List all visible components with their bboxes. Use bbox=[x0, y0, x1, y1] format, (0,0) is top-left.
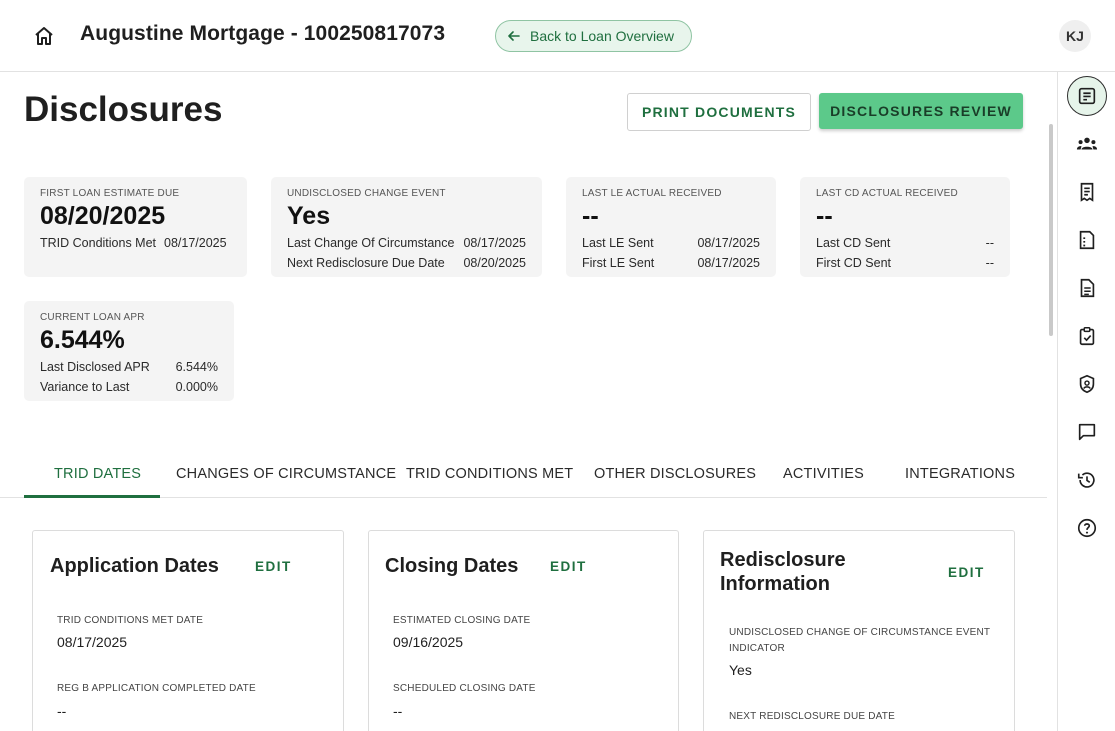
card-label: LAST LE ACTUAL RECEIVED bbox=[582, 188, 722, 199]
closing-dates-panel: Closing Dates EDIT ESTIMATED CLOSING DAT… bbox=[368, 530, 679, 731]
panel-title: Application Dates bbox=[50, 555, 219, 577]
card-row: First LE Sent 08/17/2025 bbox=[582, 256, 760, 270]
edit-redisclosure-button[interactable]: EDIT bbox=[948, 565, 985, 580]
arrow-left-icon bbox=[508, 31, 520, 41]
card-row: Last Change Of Circumstance 08/17/2025 bbox=[287, 236, 526, 250]
tab-other-disclosures[interactable]: OTHER DISCLOSURES bbox=[594, 466, 756, 482]
checklist-doc-icon[interactable] bbox=[1074, 227, 1100, 253]
field-label: ESTIMATED CLOSING DATE bbox=[393, 615, 531, 626]
card-value: -- bbox=[582, 202, 599, 230]
field-label: UNDISCLOSED CHANGE OF CIRCUMSTANCE EVENT… bbox=[729, 627, 991, 654]
history-icon[interactable] bbox=[1074, 467, 1100, 493]
disclosure-tabs: TRID DATES CHANGES OF CIRCUMSTANCE TRID … bbox=[0, 453, 1047, 498]
card-label: CURRENT LOAN APR bbox=[40, 312, 145, 323]
page-title: Disclosures bbox=[24, 90, 223, 129]
last-le-actual-received-card: LAST LE ACTUAL RECEIVED -- Last LE Sent … bbox=[566, 177, 776, 277]
card-row: Last CD Sent -- bbox=[816, 236, 994, 250]
field-label: SCHEDULED CLOSING DATE bbox=[393, 683, 536, 694]
field-value: 09/16/2025 bbox=[393, 634, 464, 650]
tab-trid-conditions-met[interactable]: TRID CONDITIONS MET bbox=[406, 466, 573, 482]
loan-title: Augustine Mortgage - 100250817073 bbox=[80, 22, 446, 45]
card-value: 08/20/2025 bbox=[40, 202, 166, 230]
card-row: Last Disclosed APR 6.544% bbox=[40, 360, 218, 374]
shield-person-icon[interactable] bbox=[1074, 371, 1100, 397]
card-value: Yes bbox=[287, 202, 331, 230]
user-avatar[interactable]: KJ bbox=[1059, 20, 1091, 52]
app-header: Augustine Mortgage - 100250817073 Back t… bbox=[0, 0, 1115, 72]
application-dates-panel: Application Dates EDIT TRID CONDITIONS M… bbox=[32, 530, 344, 731]
card-label: LAST CD ACTUAL RECEIVED bbox=[816, 188, 958, 199]
field-label: NEXT REDISCLOSURE DUE DATE bbox=[729, 711, 895, 722]
edit-application-dates-button[interactable]: EDIT bbox=[255, 559, 292, 574]
vertical-scrollbar[interactable] bbox=[1049, 124, 1053, 336]
undisclosed-change-event-card: UNDISCLOSED CHANGE EVENT Yes Last Change… bbox=[271, 177, 542, 277]
field-value: Yes bbox=[729, 662, 752, 678]
disclosures-review-button[interactable]: DISCLOSURES REVIEW bbox=[819, 93, 1023, 129]
redisclosure-information-panel: Redisclosure Information EDIT UNDISCLOSE… bbox=[703, 530, 1015, 731]
field-value: 08/17/2025 bbox=[57, 634, 128, 650]
active-tab-indicator bbox=[24, 495, 160, 498]
chat-icon[interactable] bbox=[1074, 419, 1100, 445]
tab-activities[interactable]: ACTIVITIES bbox=[783, 466, 864, 482]
card-label: FIRST LOAN ESTIMATE DUE bbox=[40, 188, 180, 199]
card-row: Next Redisclosure Due Date 08/20/2025 bbox=[287, 256, 526, 270]
tab-changes-of-circumstance[interactable]: CHANGES OF CIRCUMSTANCE bbox=[176, 466, 396, 482]
receipt-icon[interactable] bbox=[1074, 179, 1100, 205]
card-row: TRID Conditions Met 08/17/2025 bbox=[40, 236, 227, 250]
last-cd-actual-received-card: LAST CD ACTUAL RECEIVED -- Last CD Sent … bbox=[800, 177, 1010, 277]
field-label: TRID CONDITIONS MET DATE bbox=[57, 615, 204, 626]
people-icon[interactable] bbox=[1074, 131, 1100, 157]
panel-title: Closing Dates bbox=[385, 555, 519, 577]
field-value: -- bbox=[57, 703, 67, 719]
back-to-loan-overview-button[interactable]: Back to Loan Overview bbox=[495, 20, 692, 52]
disclosures-icon[interactable] bbox=[1067, 76, 1107, 116]
edit-closing-dates-button[interactable]: EDIT bbox=[550, 559, 587, 574]
help-icon[interactable] bbox=[1074, 515, 1100, 541]
tab-trid-dates[interactable]: TRID DATES bbox=[54, 466, 141, 482]
card-label: UNDISCLOSED CHANGE EVENT bbox=[287, 188, 446, 199]
tab-integrations[interactable]: INTEGRATIONS bbox=[905, 466, 1015, 482]
card-row: Variance to Last 0.000% bbox=[40, 380, 218, 394]
panel-title: Redisclosure Information bbox=[720, 549, 846, 595]
home-icon[interactable] bbox=[32, 24, 56, 48]
first-loan-estimate-card: FIRST LOAN ESTIMATE DUE 08/20/2025 TRID … bbox=[24, 177, 247, 277]
field-label: REG B APPLICATION COMPLETED DATE bbox=[57, 683, 256, 694]
right-nav-rail bbox=[1057, 72, 1115, 731]
document-icon[interactable] bbox=[1074, 275, 1100, 301]
back-button-label: Back to Loan Overview bbox=[530, 28, 674, 44]
card-row: Last LE Sent 08/17/2025 bbox=[582, 236, 760, 250]
card-value: 6.544% bbox=[40, 326, 125, 354]
card-value: -- bbox=[816, 202, 833, 230]
clipboard-check-icon[interactable] bbox=[1074, 323, 1100, 349]
print-documents-button[interactable]: PRINT DOCUMENTS bbox=[627, 93, 811, 131]
field-value: -- bbox=[393, 703, 403, 719]
current-loan-apr-card: CURRENT LOAN APR 6.544% Last Disclosed A… bbox=[24, 301, 234, 401]
card-row: First CD Sent -- bbox=[816, 256, 994, 270]
